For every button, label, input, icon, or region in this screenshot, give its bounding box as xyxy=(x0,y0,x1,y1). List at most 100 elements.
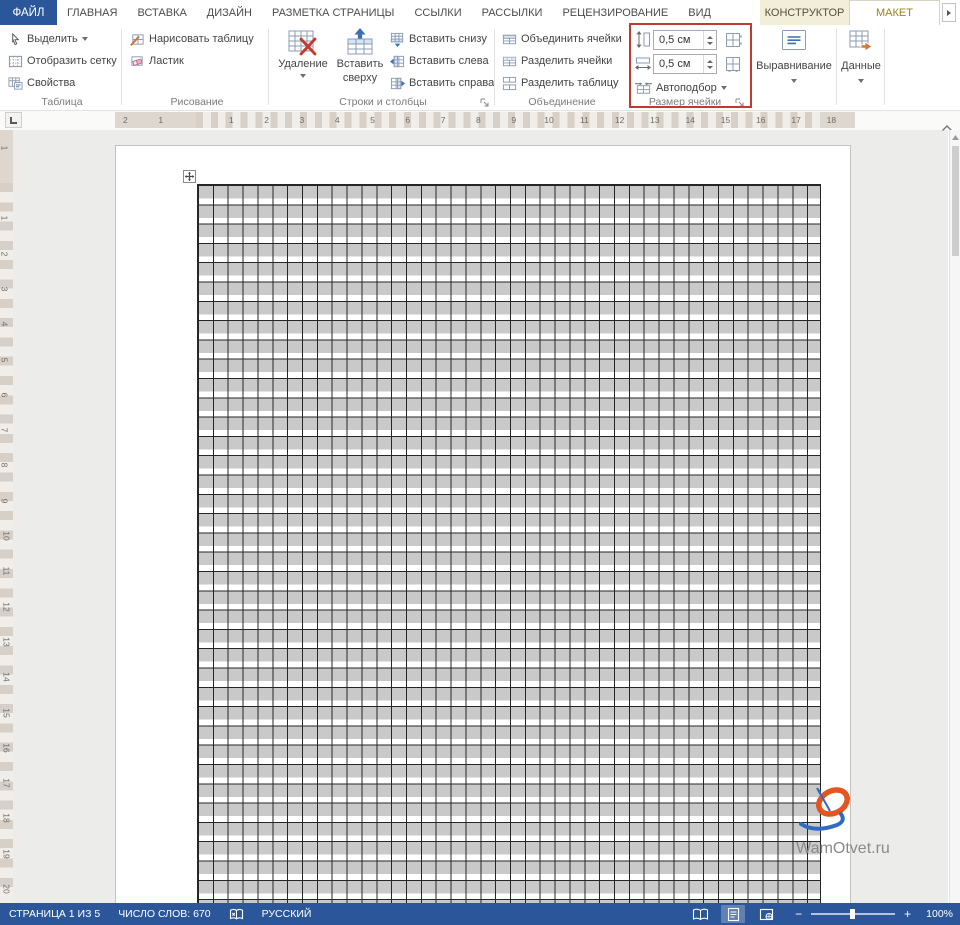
merge-cells-label: Объединить ячейки xyxy=(521,33,622,45)
delete-button[interactable]: Удаление xyxy=(274,28,332,78)
distribute-columns-icon xyxy=(725,56,742,72)
split-table-button[interactable]: Разделить таблицу xyxy=(502,74,619,92)
tab-view[interactable]: ВИД xyxy=(678,0,721,25)
insert-above-button[interactable]: Вставить сверху xyxy=(334,28,386,84)
column-width-field[interactable] xyxy=(653,54,717,74)
tab-references[interactable]: ССЫЛКИ xyxy=(404,0,471,25)
zoom-slider-thumb[interactable] xyxy=(850,909,855,919)
column-width-spinner[interactable] xyxy=(703,55,716,73)
select-button-label: Выделить xyxy=(27,33,78,45)
left-tab-stop-icon xyxy=(10,117,17,124)
group-table: Выделить Отобразить сетку Свойства Табли… xyxy=(4,25,120,111)
data-icon xyxy=(847,28,875,54)
vertical-scrollbar[interactable] xyxy=(949,130,960,903)
horizontal-ruler[interactable]: 21123456789101112131415161718 xyxy=(115,112,855,128)
eraser-icon xyxy=(130,54,145,69)
spinner-down-icon xyxy=(707,66,713,69)
gridlines-icon xyxy=(8,54,23,69)
document-table-grid[interactable] xyxy=(197,184,821,903)
group-separator xyxy=(836,29,837,105)
zoom-level[interactable]: 100% xyxy=(926,908,953,920)
tab-review[interactable]: РЕЦЕНЗИРОВАНИЕ xyxy=(552,0,678,25)
zoom-out-button[interactable]: − xyxy=(795,908,802,920)
group-separator xyxy=(121,29,122,105)
cursor-arrow-icon xyxy=(8,32,23,47)
table-tools-contextual-tabs: КОНСТРУКТОР МАКЕТ xyxy=(760,0,940,25)
document-area: WamOtvet.ru xyxy=(13,130,948,903)
language-indicator[interactable]: РУССКИЙ xyxy=(262,908,312,920)
vertical-ruler[interactable]: 11234567891011121314151617181920 xyxy=(0,130,13,903)
tab-mailings[interactable]: РАССЫЛКИ xyxy=(472,0,553,25)
collapse-ribbon-button[interactable] xyxy=(941,119,955,129)
tab-stop-selector[interactable] xyxy=(5,112,22,128)
column-width-input[interactable] xyxy=(654,55,703,73)
web-layout-button[interactable] xyxy=(754,905,778,923)
split-table-label: Разделить таблицу xyxy=(521,77,619,89)
draw-table-icon xyxy=(130,32,145,47)
wamotvet-logo-icon xyxy=(797,780,863,840)
select-button[interactable]: Выделить xyxy=(8,30,88,48)
ruler-row: 21123456789101112131415161718 xyxy=(0,111,960,130)
print-layout-icon xyxy=(727,907,740,922)
cell-size-dialog-launcher[interactable] xyxy=(735,96,747,108)
page-indicator[interactable]: СТРАНИЦА 1 ИЗ 5 xyxy=(9,908,100,920)
tab-table-design[interactable]: КОНСТРУКТОР xyxy=(760,0,849,25)
rows-columns-dialog-launcher[interactable] xyxy=(480,96,492,108)
alignment-button[interactable]: Выравнивание xyxy=(752,28,836,83)
zoom-slider[interactable] xyxy=(811,908,895,920)
chevron-down-icon xyxy=(82,37,88,41)
word-count[interactable]: ЧИСЛО СЛОВ: 670 xyxy=(118,908,210,920)
insert-right-button[interactable]: Вставить справа xyxy=(390,74,494,92)
row-height-field[interactable] xyxy=(653,30,717,50)
insert-right-icon xyxy=(390,76,405,91)
spinner-down-icon xyxy=(707,42,713,45)
insert-right-label: Вставить справа xyxy=(409,77,494,89)
insert-left-icon xyxy=(390,54,405,69)
alignment-icon xyxy=(780,28,808,54)
draw-table-button[interactable]: Нарисовать таблицу xyxy=(130,30,254,48)
chevron-down-icon xyxy=(300,74,306,78)
view-gridlines-button[interactable]: Отобразить сетку xyxy=(8,52,117,70)
tab-page-layout[interactable]: РАЗМЕТКА СТРАНИЦЫ xyxy=(262,0,404,25)
zoom-in-button[interactable]: + xyxy=(904,908,911,920)
move-cross-icon xyxy=(185,172,194,181)
ribbon-tab-bar: ФАЙЛ ГЛАВНАЯ ВСТАВКА ДИЗАЙН РАЗМЕТКА СТР… xyxy=(0,0,960,25)
tab-table-layout-active[interactable]: МАКЕТ xyxy=(849,0,940,25)
read-mode-button[interactable] xyxy=(688,905,712,923)
data-button[interactable]: Данные xyxy=(838,28,884,83)
insert-left-button[interactable]: Вставить слева xyxy=(390,52,489,70)
spinner-up-icon xyxy=(707,36,713,39)
tab-overflow-button[interactable] xyxy=(942,3,956,22)
table-move-handle[interactable] xyxy=(183,170,196,183)
print-layout-button[interactable] xyxy=(721,905,745,923)
proofing-status-icon[interactable] xyxy=(229,908,244,921)
group-merge: Объединить ячейки Разделить ячейки Разде… xyxy=(498,25,626,111)
row-height-input[interactable] xyxy=(654,31,703,49)
status-bar-right: − + 100% xyxy=(688,903,953,925)
split-cells-button[interactable]: Разделить ячейки xyxy=(502,52,612,70)
tab-design[interactable]: ДИЗАЙН xyxy=(197,0,262,25)
insert-below-button[interactable]: Вставить снизу xyxy=(390,30,487,48)
tab-insert[interactable]: ВСТАВКА xyxy=(127,0,196,25)
insert-above-icon xyxy=(345,28,375,56)
merge-cells-button[interactable]: Объединить ячейки xyxy=(502,30,622,48)
tab-file[interactable]: ФАЙЛ xyxy=(0,0,57,25)
group-label-rows-columns: Строки и столбцы xyxy=(272,96,494,108)
group-data: Данные xyxy=(838,25,884,111)
eraser-button[interactable]: Ластик xyxy=(130,52,184,70)
group-separator xyxy=(268,29,269,105)
delete-table-icon xyxy=(288,28,318,56)
status-bar-left: СТРАНИЦА 1 ИЗ 5 ЧИСЛО СЛОВ: 670 РУССКИЙ xyxy=(0,908,311,921)
group-label-cell-size: Размер ячейки xyxy=(634,96,736,108)
scrollbar-thumb[interactable] xyxy=(952,146,959,256)
row-height-spinner[interactable] xyxy=(703,31,716,49)
alignment-label: Выравнивание xyxy=(756,60,832,72)
tab-home[interactable]: ГЛАВНАЯ xyxy=(57,0,127,25)
autofit-button[interactable]: Автоподбор xyxy=(635,79,727,97)
autofit-label: Автоподбор xyxy=(656,82,717,94)
group-cell-size: Автоподбор Размер ячейки xyxy=(634,25,748,111)
dialog-launcher-icon xyxy=(735,98,746,109)
properties-button[interactable]: Свойства xyxy=(8,74,75,92)
group-separator xyxy=(884,29,885,105)
web-layout-icon xyxy=(759,908,774,921)
